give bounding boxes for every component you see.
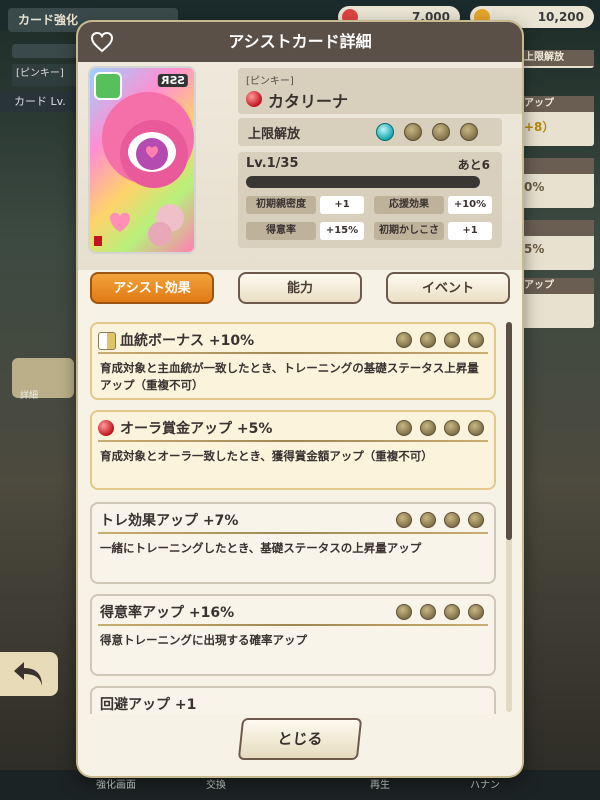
coin-icon — [420, 332, 436, 348]
coin-icon — [444, 604, 460, 620]
card-type-book-icon — [94, 72, 122, 100]
coin-icon — [396, 332, 412, 348]
effect-coins — [396, 332, 488, 350]
tab-event[interactable]: イベント — [386, 272, 510, 304]
favorite-heart-icon[interactable] — [90, 30, 114, 54]
list-scrollbar[interactable] — [506, 322, 512, 712]
effect-item-bloodline: 血統ボーナス +10% 育成対象と主血統が一致したとき、トレーニングの基礎ステー… — [90, 322, 496, 400]
level-panel: Lv.1/35 あと6 初期親密度 +1 応援効果 +10% 得意率 +15% 初期か… — [238, 152, 502, 248]
limit-break-gem-icon — [460, 123, 478, 141]
level-remaining: あと6 — [457, 158, 490, 172]
card-illustration: SSR — [90, 68, 194, 252]
coin-icon — [468, 420, 484, 436]
effect-description: 育成対象とオーラ一致したとき、獲得賞金額アップ（重複不可） — [100, 449, 433, 463]
effect-title: オーラ賞金アップ +5% — [120, 421, 273, 437]
coin-icon — [468, 604, 484, 620]
tab-ability[interactable]: 能力 — [238, 272, 362, 304]
card-name-panel: [ピンキー] カタリーナ — [238, 68, 502, 114]
card-name: カタリーナ — [268, 92, 349, 111]
assist-card-detail-modal: アシストカード詳細 SSR [ピンキー] カタリーナ 上限解放 Lv.1/35 … — [78, 22, 522, 776]
divider — [98, 624, 488, 626]
coin-icon — [444, 420, 460, 436]
divider — [98, 440, 488, 442]
effect-coins — [396, 420, 488, 438]
background-right-box-2: 0% — [518, 158, 594, 208]
divider — [98, 352, 488, 354]
effect-title: 得意率アップ +16% — [100, 605, 235, 621]
assist-effect-list[interactable]: 血統ボーナス +10% 育成対象と主血統が一致したとき、トレーニングの基礎ステー… — [78, 318, 522, 714]
limit-break-label: 上限解放 — [248, 127, 301, 142]
level-text: Lv.1/35 — [246, 156, 299, 171]
effect-coins — [396, 604, 488, 622]
modal-title: アシストカード詳細 — [228, 32, 372, 51]
rarity-badge: SSR — [158, 74, 188, 87]
limit-break-panel: 上限解放 — [238, 118, 502, 146]
tab-assist-effect[interactable]: アシスト効果 — [90, 272, 214, 304]
scrollbar-thumb[interactable] — [506, 322, 512, 540]
effect-item-evasion: 回避アップ +1 — [90, 686, 496, 714]
coin-icon — [420, 512, 436, 528]
effect-description: 得意トレーニングに出現する確率アップ — [100, 633, 307, 647]
background-right-box-3: 5% — [518, 220, 594, 270]
background-deco-label: 詳細 — [20, 391, 39, 401]
limit-break-gem-icon — [376, 123, 394, 141]
effect-item-aura-prize: オーラ賞金アップ +5% 育成対象とオーラ一致したとき、獲得賞金額アップ（重複不… — [90, 410, 496, 490]
coin-icon — [420, 420, 436, 436]
limit-break-gem-icon — [404, 123, 422, 141]
coin-icon — [396, 604, 412, 620]
background-right-box-1: アップ +8） — [518, 96, 594, 146]
effect-title: 回避アップ +1 — [100, 697, 197, 713]
coin-icon — [396, 512, 412, 528]
coin-icon — [444, 332, 460, 348]
background-level-strip: カード Lv. — [0, 92, 90, 112]
aura-orb-icon — [246, 91, 262, 107]
back-arrow-icon — [14, 662, 42, 686]
background-right-header: 上限解放 — [518, 50, 594, 68]
bloodline-icon — [98, 332, 116, 350]
card-type-tag: [ピンキー] — [246, 76, 294, 87]
coin-icon — [468, 512, 484, 528]
effect-description: 一緒にトレーニングしたとき、基礎ステータスの上昇量アップ — [100, 541, 422, 555]
back-button[interactable] — [0, 652, 58, 696]
effect-title: 血統ボーナス +10% — [120, 333, 255, 349]
level-progress-bar — [246, 176, 480, 188]
background-coins-row — [12, 44, 78, 58]
effect-coins — [396, 512, 488, 530]
coin-icon — [420, 604, 436, 620]
coin-icon — [444, 512, 460, 528]
close-button[interactable]: とじる — [237, 718, 363, 760]
coin-icon — [396, 420, 412, 436]
background-right-box-4: アップ — [518, 278, 594, 328]
effect-item-training-effect: トレ効果アップ +7% 一緒にトレーニングしたとき、基礎ステータスの上昇量アップ — [90, 502, 496, 584]
background-card-name: [ピンキー] — [12, 64, 78, 86]
effect-title: トレ効果アップ +7% — [100, 513, 239, 529]
modal-header: アシストカード詳細 — [78, 22, 522, 62]
limit-break-gem-icon — [432, 123, 450, 141]
modal-footer: とじる — [78, 714, 522, 776]
coin-icon — [468, 332, 484, 348]
aura-orb-icon — [98, 420, 114, 436]
divider — [98, 532, 488, 534]
effect-item-specialty-rate: 得意率アップ +16% 得意トレーニングに出現する確率アップ — [90, 594, 496, 676]
effect-description: 育成対象と主血統が一致したとき、トレーニングの基礎ステータス上昇量アップ（重複不… — [100, 361, 479, 392]
